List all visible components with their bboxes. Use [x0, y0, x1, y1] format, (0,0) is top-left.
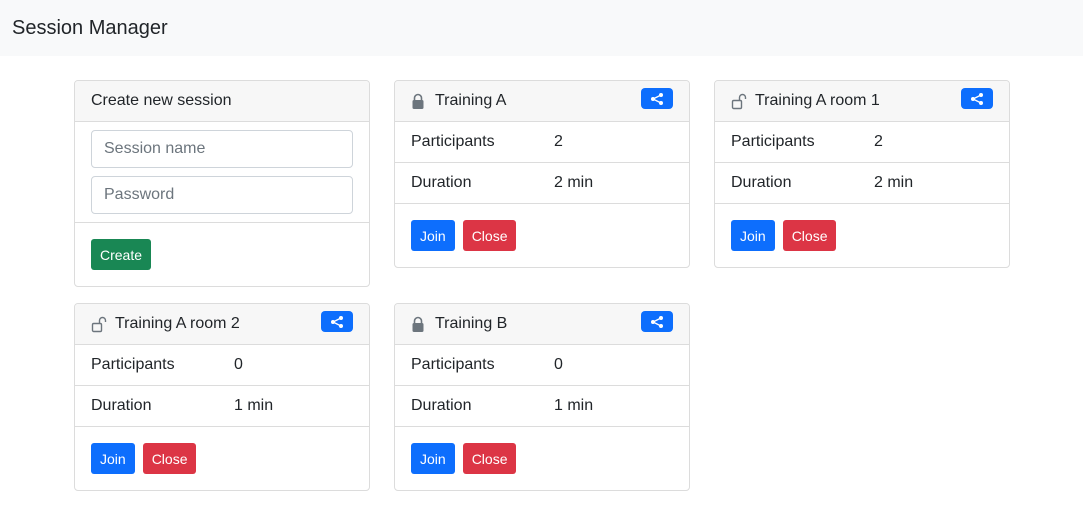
navbar: Session Manager: [0, 0, 1083, 56]
participants-row: Participants 2: [715, 122, 1009, 163]
share-icon: [971, 92, 983, 105]
create-session-card: Create new session Create: [74, 80, 370, 287]
create-button[interactable]: Create: [91, 239, 152, 270]
session-card: Training A room 1 Participants 2 Duratio…: [714, 80, 1010, 268]
duration-value: 1 min: [234, 397, 274, 414]
card-actions: Create: [75, 223, 369, 286]
session-name-input[interactable]: [91, 130, 353, 168]
duration-label: Duration: [411, 397, 472, 414]
password-input[interactable]: [91, 176, 353, 214]
duration-label: Duration: [411, 174, 472, 191]
participants-label: Participants: [411, 356, 495, 373]
duration-row: Duration 2 min: [715, 163, 1009, 204]
card-header: Training B: [395, 304, 689, 345]
card-actions: Join Close: [715, 204, 1009, 267]
lock-closed-icon: [411, 92, 427, 110]
duration-value: 1 min: [554, 397, 594, 414]
card-header: Training A room 1: [715, 81, 1009, 122]
join-button[interactable]: Join: [411, 220, 455, 251]
close-button[interactable]: Close: [462, 220, 517, 251]
duration-row: Duration 2 min: [395, 163, 689, 204]
participants-value: 0: [554, 356, 563, 373]
session-title: Training A: [435, 92, 507, 109]
card-actions: Join Close: [75, 427, 369, 490]
participants-value: 2: [554, 133, 563, 150]
card-actions: Join Close: [395, 204, 689, 267]
close-button[interactable]: Close: [142, 443, 197, 474]
card-header: Training A: [395, 81, 689, 122]
close-button[interactable]: Close: [782, 220, 837, 251]
session-card: Training B Participants 0 Duration 1 min…: [394, 303, 690, 491]
duration-row: Duration 1 min: [395, 386, 689, 427]
share-icon: [651, 92, 663, 105]
participants-value: 0: [234, 356, 243, 373]
duration-label: Duration: [91, 397, 152, 414]
participants-label: Participants: [91, 356, 175, 373]
duration-value: 2 min: [874, 174, 914, 191]
lock-open-icon: [91, 315, 107, 333]
card-title: Create new session: [91, 92, 232, 109]
join-button[interactable]: Join: [91, 443, 135, 474]
participants-row: Participants 2: [395, 122, 689, 163]
join-button[interactable]: Join: [731, 220, 775, 251]
session-title: Training A room 1: [755, 92, 880, 109]
participants-label: Participants: [411, 133, 495, 150]
session-title: Training A room 2: [115, 315, 240, 332]
create-form: [75, 122, 369, 223]
app-title[interactable]: Session Manager: [12, 17, 168, 40]
close-button[interactable]: Close: [462, 443, 517, 474]
session-title: Training B: [435, 315, 508, 332]
card-actions: Join Close: [395, 427, 689, 490]
join-button[interactable]: Join: [411, 443, 455, 474]
participants-row: Participants 0: [75, 345, 369, 386]
duration-row: Duration 1 min: [75, 386, 369, 427]
share-icon: [651, 315, 663, 328]
session-card: Training A room 2 Participants 0 Duratio…: [74, 303, 370, 491]
duration-value: 2 min: [554, 174, 594, 191]
card-header: Create new session: [75, 81, 369, 122]
share-button[interactable]: [961, 88, 993, 109]
participants-value: 2: [874, 133, 883, 150]
card-header: Training A room 2: [75, 304, 369, 345]
duration-label: Duration: [731, 174, 792, 191]
participants-label: Participants: [731, 133, 815, 150]
lock-open-icon: [731, 92, 747, 110]
session-card: Training A Participants 2 Duration 2 min…: [394, 80, 690, 268]
lock-closed-icon: [411, 315, 427, 333]
share-button[interactable]: [641, 311, 673, 332]
share-button[interactable]: [321, 311, 353, 332]
participants-row: Participants 0: [395, 345, 689, 386]
share-icon: [331, 315, 343, 328]
share-button[interactable]: [641, 88, 673, 109]
